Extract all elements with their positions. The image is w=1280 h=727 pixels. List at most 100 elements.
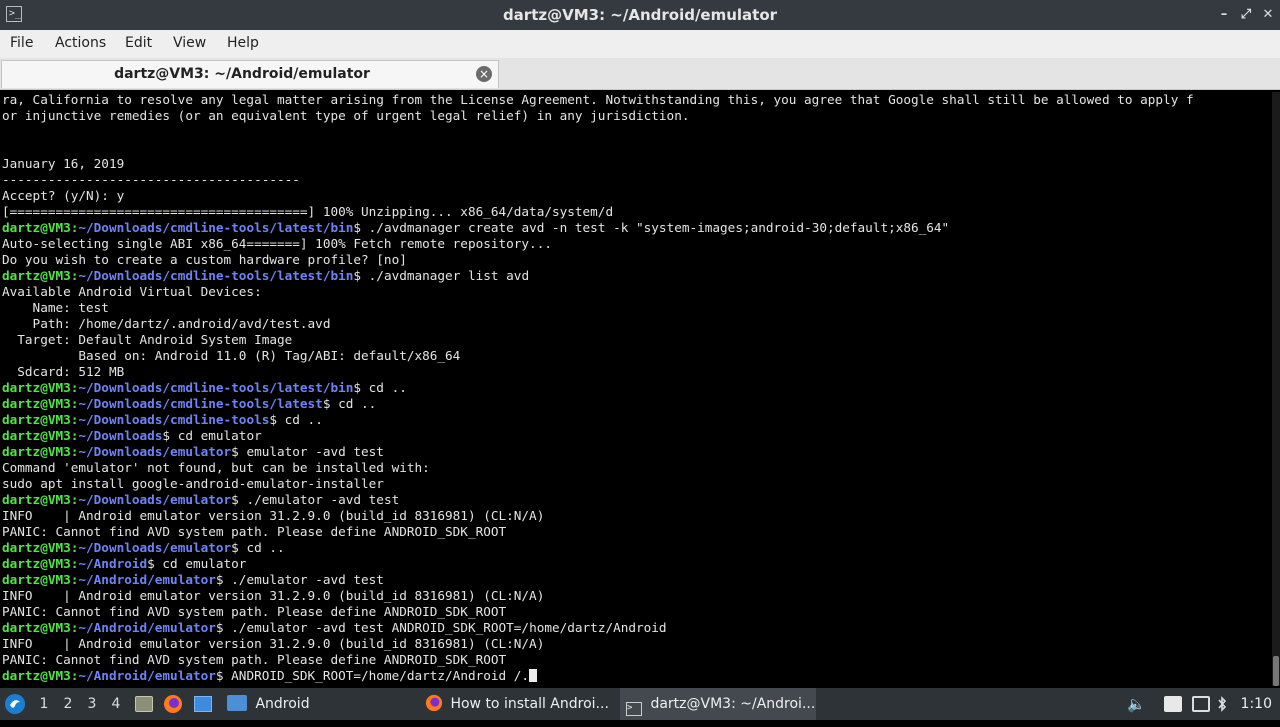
terminal-line: Target: Default Android System Image bbox=[2, 332, 293, 347]
terminal-line: dartz@VM3:~/Downloads/emulator$ cd .. bbox=[2, 540, 1264, 556]
file-manager-icon[interactable] bbox=[135, 696, 153, 712]
command-text: cd .. bbox=[330, 396, 377, 411]
workspace-1[interactable]: 1 bbox=[33, 688, 55, 720]
workspace-4[interactable]: 4 bbox=[105, 688, 127, 720]
command-text: cd emulator bbox=[154, 556, 247, 571]
menu-actions[interactable]: Actions bbox=[55, 30, 106, 56]
prompt-user: dartz@VM3: bbox=[2, 668, 79, 683]
terminal-line: INFO | Android emulator version 31.2.9.0… bbox=[2, 508, 545, 523]
terminal-line: dartz@VM3:~/Downloads/emulator$ ./emulat… bbox=[2, 492, 1264, 508]
prompt-path: ~/Downloads/cmdline-tools/latest/bin bbox=[78, 268, 354, 283]
command-text: ./emulator -avd test bbox=[223, 572, 384, 587]
terminal-line: sudo apt install google-android-emulator… bbox=[2, 476, 384, 491]
prompt-path: ~/Android bbox=[78, 556, 148, 571]
prompt-user: dartz@VM3: bbox=[2, 620, 79, 635]
clock[interactable]: 1:10 bbox=[1241, 688, 1272, 720]
terminal-line: dartz@VM3:~/Downloads/emulator$ emulator… bbox=[2, 444, 1264, 460]
menu-view[interactable]: View bbox=[173, 30, 206, 56]
command-text: ./avdmanager list avd bbox=[361, 268, 530, 283]
prompt-user: dartz@VM3: bbox=[2, 572, 79, 587]
command-text: ./emulator -avd test ANDROID_SDK_ROOT=/h… bbox=[223, 620, 667, 635]
prompt-symbol: $ bbox=[353, 268, 362, 283]
prompt-path: ~/Downloads/cmdline-tools/latest/bin bbox=[78, 220, 354, 235]
text-cursor bbox=[529, 669, 538, 682]
prompt-path: ~/Android/emulator bbox=[78, 572, 216, 587]
close-window-icon[interactable]: ✕ bbox=[1258, 0, 1278, 30]
terminal-line: Name: test bbox=[2, 300, 109, 315]
prompt-symbol: $ bbox=[162, 428, 171, 443]
task-terminal[interactable]: > dartz@VM3: ~/Androi... bbox=[620, 688, 816, 720]
tab-terminal[interactable]: dartz@VM3: ~/Android/emulator × bbox=[1, 60, 499, 88]
command-text: ./emulator -avd test bbox=[238, 492, 400, 507]
prompt-path: ~/Downloads/cmdline-tools bbox=[78, 412, 270, 427]
task-firefox-label: How to install Androi... bbox=[450, 696, 609, 712]
terminal-line: or injunctive remedies (or an equivalent… bbox=[2, 108, 690, 123]
terminal-line: PANIC: Cannot find AVD system path. Plea… bbox=[2, 604, 507, 619]
prompt-symbol: $ bbox=[353, 380, 362, 395]
menu-edit[interactable]: Edit bbox=[125, 30, 152, 56]
command-text: cd .. bbox=[277, 412, 323, 427]
prompt-user: dartz@VM3: bbox=[2, 268, 79, 283]
minimize-icon[interactable]: – bbox=[1214, 0, 1234, 30]
tab-label: dartz@VM3: ~/Android/emulator bbox=[114, 66, 370, 82]
clipboard-icon[interactable] bbox=[1164, 696, 1182, 712]
terminal-output[interactable]: ra, California to resolve any legal matt… bbox=[0, 92, 1280, 686]
display-icon[interactable] bbox=[1192, 696, 1210, 712]
task-terminal-label: dartz@VM3: ~/Androi... bbox=[650, 696, 816, 712]
terminal-line: [=======================================… bbox=[2, 204, 614, 219]
prompt-path: ~/Downloads/cmdline-tools/latest bbox=[78, 396, 323, 411]
menu-help[interactable]: Help bbox=[227, 30, 259, 56]
terminal-scrollbar[interactable] bbox=[1272, 92, 1280, 686]
terminal-line: Sdcard: 512 MB bbox=[2, 364, 125, 379]
prompt-symbol: $ bbox=[231, 444, 239, 459]
prompt-symbol: $ bbox=[231, 492, 239, 507]
terminal-line: dartz@VM3:~/Downloads$ cd emulator bbox=[2, 428, 1264, 444]
command-text: ./avdmanager create avd -n test -k "syst… bbox=[361, 220, 950, 235]
menu-file[interactable]: File bbox=[10, 30, 33, 56]
task-firefox[interactable]: How to install Androi... bbox=[420, 688, 616, 720]
window-title: dartz@VM3: ~/Android/emulator bbox=[502, 6, 778, 24]
prompt-user: dartz@VM3: bbox=[2, 540, 79, 555]
workspace-3[interactable]: 3 bbox=[81, 688, 103, 720]
terminal-line: dartz@VM3:~/Downloads/cmdline-tools/late… bbox=[2, 396, 1264, 412]
taskbar: 1 2 3 4 Android How to install Androi...… bbox=[0, 688, 1280, 720]
workspace-2[interactable]: 2 bbox=[57, 688, 79, 720]
workspace-1-label: 1 bbox=[39, 696, 49, 712]
prompt-symbol: $ bbox=[231, 540, 239, 555]
terminal-line: January 16, 2019 bbox=[2, 156, 125, 171]
prompt-path: ~/Downloads/emulator bbox=[78, 540, 232, 555]
terminal-line: dartz@VM3:~/Downloads/cmdline-tools$ cd … bbox=[2, 412, 1264, 428]
maximize-icon[interactable]: ⤢ bbox=[1236, 0, 1256, 30]
prompt-symbol: $ bbox=[215, 668, 224, 683]
prompt-symbol: $ bbox=[215, 572, 224, 587]
prompt-symbol: $ bbox=[147, 556, 155, 571]
terminal-line: --------------------------------------- bbox=[2, 172, 300, 187]
terminal-lines: ra, California to resolve any legal matt… bbox=[2, 92, 1264, 684]
menu-bar: File Actions Edit View Help bbox=[0, 30, 1280, 58]
prompt-user: dartz@VM3: bbox=[2, 492, 79, 507]
command-text: cd .. bbox=[361, 380, 407, 395]
scrollbar-thumb[interactable] bbox=[1273, 656, 1279, 686]
terminal-line: Accept? (y/N): y bbox=[2, 188, 125, 203]
terminal-icon: > bbox=[626, 702, 642, 716]
bluetooth-icon[interactable] bbox=[1216, 688, 1232, 720]
terminal-line: Available Android Virtual Devices: bbox=[2, 284, 262, 299]
window-titlebar: >_ dartz@VM3: ~/Android/emulator – ⤢ ✕ bbox=[0, 0, 1280, 30]
firefox-launcher-icon[interactable] bbox=[163, 688, 185, 720]
show-desktop-icon[interactable] bbox=[194, 696, 212, 712]
terminal-line: dartz@VM3:~/Downloads/cmdline-tools/late… bbox=[2, 268, 1264, 284]
prompt-user: dartz@VM3: bbox=[2, 220, 79, 235]
task-folder-android[interactable]: Android bbox=[224, 688, 416, 720]
command-text: emulator -avd test bbox=[238, 444, 384, 459]
prompt-user: dartz@VM3: bbox=[2, 412, 79, 427]
volume-icon[interactable]: 🔈 bbox=[1127, 688, 1147, 720]
terminal-line: dartz@VM3:~/Downloads/cmdline-tools/late… bbox=[2, 380, 1264, 396]
terminal-line: Do you wish to create a custom hardware … bbox=[2, 252, 407, 267]
task-folder-label: Android bbox=[255, 696, 310, 712]
tab-close-icon[interactable]: × bbox=[476, 66, 492, 82]
terminal-line: dartz@VM3:~/Android$ cd emulator bbox=[2, 556, 1264, 572]
app-menu-icon[interactable] bbox=[4, 688, 28, 720]
terminal-line: ra, California to resolve any legal matt… bbox=[2, 92, 1194, 107]
